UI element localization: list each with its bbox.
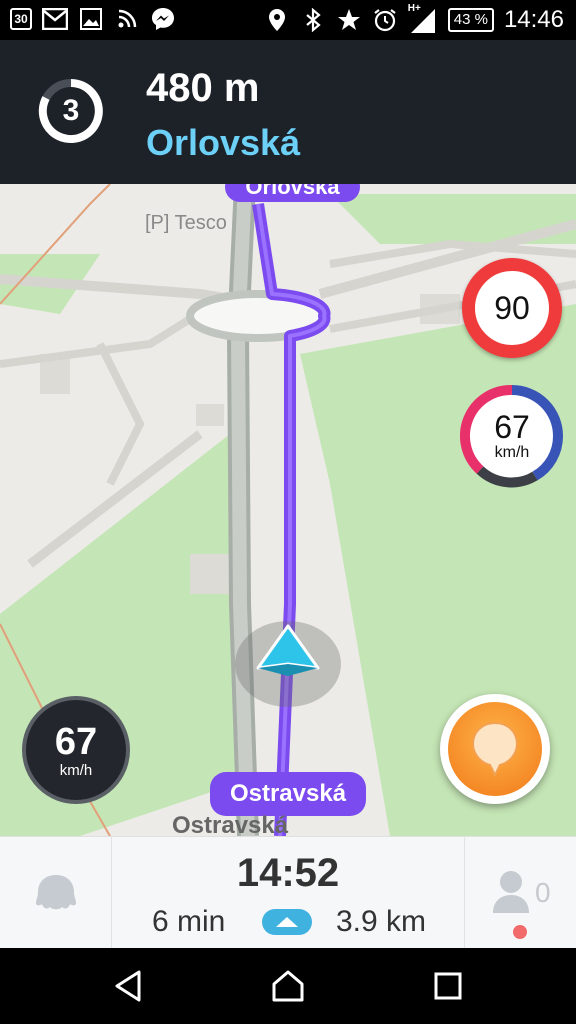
current-position-arrow-icon — [256, 624, 320, 676]
alarm-icon — [372, 7, 398, 33]
route-overview-icon — [262, 909, 312, 935]
notification-dot — [513, 925, 527, 939]
building — [190, 554, 235, 594]
status-bar: 30 H+ 43 % 14:46 — [0, 0, 576, 40]
system-navigation-bar — [0, 948, 576, 1024]
minor-road — [96, 342, 145, 486]
status-time: 14:46 — [503, 6, 564, 33]
notification-icons: 30 — [10, 6, 176, 32]
speed-limit-sign: 90 — [462, 258, 562, 358]
person-icon — [493, 871, 529, 913]
report-button-face — [448, 702, 542, 796]
home-button[interactable] — [266, 964, 310, 1008]
speedometer-value: 67 — [494, 409, 530, 445]
remaining-distance: 3.9 km — [336, 905, 427, 938]
speedometer-readout: 67 km/h — [460, 384, 564, 488]
minor-road — [0, 315, 193, 368]
eta-panel[interactable]: 14:52 6 min 3.9 km — [112, 837, 464, 949]
exit-number: 3 — [62, 94, 80, 127]
maneuver-street: Orlovská — [146, 122, 301, 163]
network-type-label: H+ — [407, 3, 421, 14]
battery-icon: 43 % — [447, 8, 494, 32]
speedometer-unit: km/h — [494, 444, 530, 461]
signal-icon: H+ — [408, 3, 438, 33]
friends-count: 0 — [535, 877, 551, 908]
remaining-time: 6 min — [152, 905, 226, 938]
cast-icon — [114, 6, 140, 32]
route-street-label-bottom: Ostravská — [210, 772, 366, 816]
poi-label: [P] Tesco — [145, 212, 227, 234]
gallery-icon — [78, 6, 104, 32]
recents-button[interactable] — [426, 964, 470, 1008]
messenger-icon — [150, 6, 176, 32]
home-icon — [272, 970, 304, 1002]
report-pin-icon — [471, 721, 519, 777]
recents-icon — [434, 972, 462, 1000]
bluetooth-icon — [300, 7, 326, 33]
wazer-ghost-icon — [35, 875, 76, 910]
eta-time: 14:52 — [236, 851, 340, 895]
gmail-icon — [42, 6, 68, 32]
location-icon — [264, 7, 290, 33]
maneuver-distance: 480 m — [146, 66, 260, 110]
back-button[interactable] — [106, 964, 150, 1008]
current-speed-indicator[interactable]: 67 km/h — [22, 696, 130, 804]
calendar-icon: 30 — [10, 8, 32, 30]
menu-button[interactable] — [0, 837, 112, 949]
back-icon — [115, 970, 141, 1002]
map-view[interactable]: [P] Tesco Orlovská 90 67 km/h 67 km/h Os… — [0, 184, 576, 836]
system-icons: H+ 43 % 14:46 — [264, 3, 564, 35]
route-street-label-top: Orlovská — [225, 184, 360, 202]
star-icon — [336, 7, 362, 33]
building — [196, 404, 224, 426]
friends-button[interactable]: 0 — [464, 837, 576, 949]
trip-summary-bar: 14:52 6 min 3.9 km 0 — [0, 836, 576, 949]
current-speed-value: 67 — [54, 720, 98, 763]
street-name-label: Ostravská — [172, 812, 289, 836]
navigation-instruction-bar[interactable]: 3 480 m Orlovská — [0, 40, 576, 184]
report-button[interactable] — [440, 694, 550, 804]
current-speed-unit: km/h — [59, 761, 93, 779]
